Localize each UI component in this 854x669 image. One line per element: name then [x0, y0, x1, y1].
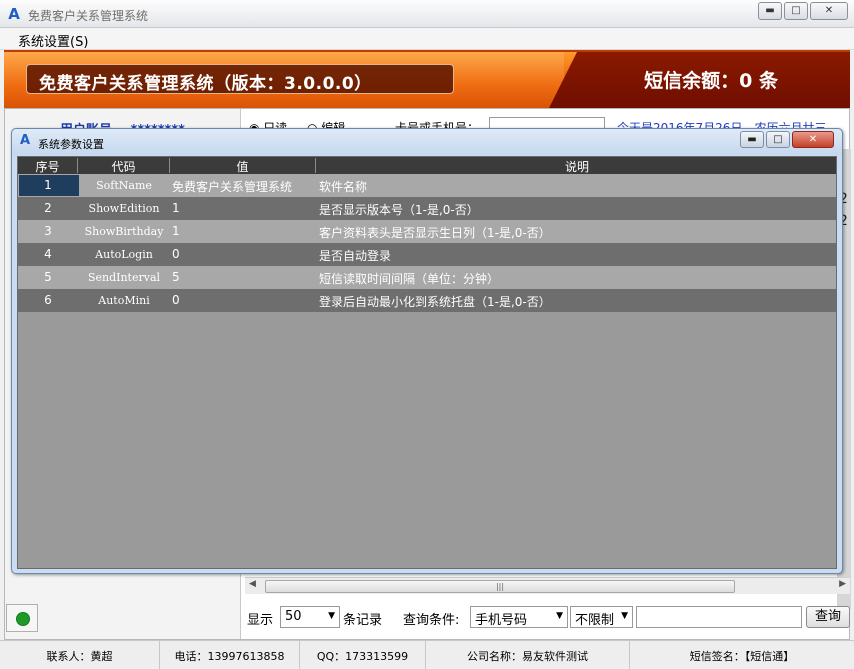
window-title: 免费客户关系管理系统	[28, 9, 149, 23]
cell-seq[interactable]: 6	[18, 293, 78, 307]
chevron-down-icon: ▼	[328, 611, 335, 621]
table-row[interactable]: 3 ShowBirthday 1 客户资料表头是否显示生日列（1-是,0-否）	[18, 220, 836, 243]
params-table: 序号 代码 值 说明 1 SoftName 免费客户关系管理系统 软件名称 2 ShowE…	[17, 156, 837, 569]
horizontal-scrollbar[interactable]: ◀ ||| ▶	[245, 577, 850, 594]
dialog-maximize-button[interactable]: □	[766, 131, 790, 148]
cell-desc[interactable]: 短信读取时间间隔（单位：分钟）	[319, 270, 499, 287]
connection-status	[6, 604, 38, 632]
dialog-title-bar: A 系统参数设置 ▬ □ ✕	[12, 129, 842, 155]
scroll-left-icon[interactable]: ◀	[249, 579, 256, 589]
close-button[interactable]: ✕	[810, 2, 848, 20]
records-label: 条记录	[343, 613, 383, 628]
query-input[interactable]	[636, 606, 802, 628]
table-header: 序号 代码 值 说明	[18, 157, 836, 174]
limit-select[interactable]: 不限制 ▼	[570, 606, 633, 628]
header-banner: 免费客户关系管理系统（版本：3.0.0.0） 短信余额：0 条	[4, 50, 850, 108]
column-header-code[interactable]: 代码	[78, 158, 170, 174]
cell-value[interactable]: 0	[172, 293, 180, 307]
cell-value[interactable]: 1	[172, 201, 180, 215]
status-qq: QQ：173313599	[300, 641, 426, 669]
minimize-button[interactable]: ▬	[758, 2, 782, 20]
status-contact: 联系人：黄超	[0, 641, 160, 669]
status-dot-icon	[16, 612, 30, 626]
table-row[interactable]: 2 ShowEdition 1 是否显示版本号（1-是,0-否）	[18, 197, 836, 220]
table-row[interactable]: 6 AutoMini 0 登录后自动最小化到系统托盘（1-是,0-否）	[18, 289, 836, 312]
cell-code[interactable]: SoftName	[78, 179, 170, 192]
scroll-right-icon[interactable]: ▶	[839, 579, 846, 589]
dialog-minimize-button[interactable]: ▬	[740, 131, 764, 148]
status-bar: 联系人：黄超 电话：13997613858 QQ：173313599 公司名称：…	[0, 640, 854, 669]
menu-bar: 系统设置(S)	[0, 28, 854, 50]
app-name-label: 免费客户关系管理系统（版本：3.0.0.0）	[26, 64, 454, 94]
cell-value[interactable]: 免费客户关系管理系统	[172, 178, 292, 195]
query-condition-label: 查询条件:	[403, 613, 460, 628]
status-phone: 电话：13997613858	[160, 641, 300, 669]
column-header-desc[interactable]: 说明	[316, 158, 836, 174]
cell-code[interactable]: AutoLogin	[78, 248, 170, 261]
table-row[interactable]: 5 SendInterval 5 短信读取时间间隔（单位：分钟）	[18, 266, 836, 289]
show-label: 显示	[247, 613, 274, 628]
column-header-value[interactable]: 值	[170, 158, 316, 174]
cell-desc[interactable]: 是否自动登录	[319, 247, 391, 264]
bottom-controls: 显示 50 ▼ 条记录 查询条件: 手机号码 ▼ 不限制 ▼ 查询	[240, 606, 850, 630]
cell-desc[interactable]: 是否显示版本号（1-是,0-否）	[319, 201, 479, 218]
sms-balance-label: 短信余额：0 条	[644, 70, 778, 92]
system-params-dialog: A 系统参数设置 ▬ □ ✕ 序号 代码 值 说明 1 SoftName 免费客户关…	[11, 128, 843, 574]
cell-seq[interactable]: 4	[18, 247, 78, 261]
title-bar: A 免费客户关系管理系统 ▬ □ ✕	[0, 0, 854, 28]
app-logo-icon: A	[8, 5, 20, 23]
cell-value[interactable]: 0	[172, 247, 180, 261]
chevron-down-icon: ▼	[556, 611, 563, 621]
cell-seq[interactable]: 2	[18, 201, 78, 215]
cell-seq[interactable]: 5	[18, 270, 78, 284]
page-size-select[interactable]: 50 ▼	[280, 606, 340, 628]
column-header-seq[interactable]: 序号	[18, 158, 78, 174]
cell-code[interactable]: ShowEdition	[78, 202, 170, 215]
query-button[interactable]: 查询	[806, 606, 850, 628]
cell-desc[interactable]: 登录后自动最小化到系统托盘（1-是,0-否）	[319, 293, 551, 310]
table-row[interactable]: 1 SoftName 免费客户关系管理系统 软件名称	[18, 174, 836, 197]
scrollbar-thumb[interactable]: |||	[265, 580, 735, 593]
dialog-title: 系统参数设置	[38, 138, 104, 151]
query-field-select[interactable]: 手机号码 ▼	[470, 606, 568, 628]
cell-value[interactable]: 5	[172, 270, 180, 284]
cell-desc[interactable]: 软件名称	[319, 178, 367, 195]
cell-code[interactable]: AutoMini	[78, 294, 170, 307]
maximize-button[interactable]: □	[784, 2, 808, 20]
menu-item-system-settings[interactable]: 系统设置(S)	[18, 31, 88, 50]
cell-value[interactable]: 1	[172, 224, 180, 238]
cell-code[interactable]: ShowBirthday	[78, 225, 170, 238]
table-row[interactable]: 4 AutoLogin 0 是否自动登录	[18, 243, 836, 266]
cell-desc[interactable]: 客户资料表头是否显示生日列（1-是,0-否）	[319, 224, 551, 241]
app-logo-icon: A	[20, 133, 31, 148]
cell-seq[interactable]: 3	[18, 224, 78, 238]
cell-seq[interactable]: 1	[18, 178, 78, 192]
dialog-close-button[interactable]: ✕	[792, 131, 834, 148]
status-company: 公司名称：易友软件测试	[426, 641, 630, 669]
chevron-down-icon: ▼	[621, 611, 628, 621]
cell-code[interactable]: SendInterval	[78, 271, 170, 284]
status-signature: 短信签名：【短信通】	[689, 650, 795, 663]
